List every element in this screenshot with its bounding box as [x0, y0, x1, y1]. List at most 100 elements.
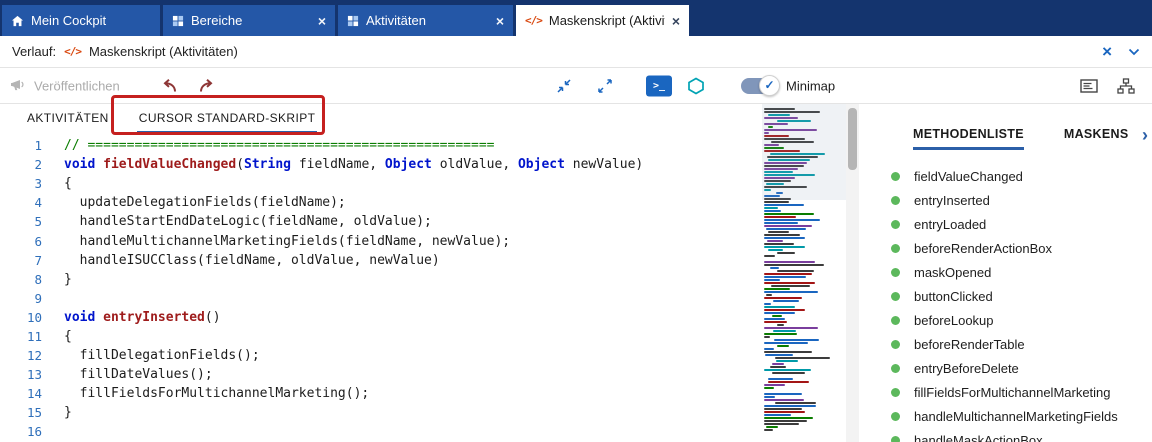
method-list-item[interactable]: beforeRenderTable	[859, 332, 1152, 356]
minimap-line	[764, 414, 791, 416]
method-dot-icon	[891, 292, 900, 301]
code-line[interactable]: 15}	[0, 403, 762, 422]
script-tab-bar: AKTIVITÄTEN CURSOR STANDARD-SKRIPT	[0, 104, 762, 134]
line-number: 7	[0, 253, 52, 268]
code-line[interactable]: 7 handleISUCClass(fieldName, oldValue, n…	[0, 251, 762, 270]
window-tab-label: Mein Cockpit	[31, 13, 151, 28]
minimap-line	[764, 306, 795, 308]
minimap-line	[764, 279, 780, 281]
window-tab-bereiche[interactable]: Bereiche×	[163, 5, 335, 36]
minimap-line	[777, 252, 795, 254]
method-name: entryBeforeDelete	[914, 361, 1019, 376]
minimap-line	[766, 228, 806, 230]
method-panel: METHODENLISTE MASKENS › fieldValueChanged…	[859, 104, 1152, 442]
close-icon[interactable]: ×	[1102, 43, 1112, 60]
snippet-icon[interactable]	[1080, 79, 1098, 93]
code-text: // =====================================…	[52, 138, 494, 153]
panel-tab-maskens[interactable]: MASKENS	[1064, 120, 1129, 150]
minimap-line	[764, 348, 774, 350]
console-button[interactable]: >_	[646, 75, 672, 96]
method-dot-icon	[891, 340, 900, 349]
method-list-item[interactable]: entryInserted	[859, 188, 1152, 212]
line-number: 11	[0, 329, 52, 344]
minimap-line	[764, 393, 802, 395]
minimap-line	[764, 201, 789, 203]
method-dot-icon	[891, 412, 900, 421]
minimap-line	[764, 264, 824, 266]
minimap-line	[772, 363, 784, 365]
chevron-down-icon[interactable]	[1128, 48, 1140, 56]
close-icon[interactable]: ×	[318, 14, 326, 28]
vertical-scrollbar[interactable]	[846, 104, 859, 442]
code-line[interactable]: 16	[0, 422, 762, 441]
minimap-line	[767, 240, 783, 242]
sitemap-icon[interactable]	[1117, 78, 1135, 94]
code-editor[interactable]: 1// ====================================…	[0, 134, 762, 442]
code-text: fillDateValues();	[52, 367, 213, 382]
minimap-line	[764, 309, 805, 311]
minimap[interactable]	[762, 104, 846, 442]
scrollbar-thumb[interactable]	[848, 108, 857, 170]
minimap-line	[768, 249, 783, 251]
window-tab-aktivit-ten[interactable]: Aktivitäten×	[338, 5, 513, 36]
publish-button[interactable]: Veröffentlichen	[10, 77, 120, 94]
minimap-line	[772, 372, 805, 374]
line-number: 1	[0, 138, 52, 153]
code-line[interactable]: 12 fillDelegationFields();	[0, 346, 762, 365]
script-tab-cursor-standard-skript[interactable]: CURSOR STANDARD-SKRIPT	[137, 104, 318, 134]
undo-icon[interactable]	[160, 78, 178, 93]
chevron-right-icon[interactable]: ›	[1138, 126, 1148, 144]
minimap-line	[764, 429, 773, 431]
code-line[interactable]: 8}	[0, 270, 762, 289]
method-list-item[interactable]: fieldValueChanged	[859, 164, 1152, 188]
minimap-line	[764, 225, 812, 227]
code-text: void entryInserted()	[52, 310, 221, 325]
close-icon[interactable]: ×	[672, 14, 680, 28]
close-icon[interactable]: ×	[496, 14, 504, 28]
panel-tab-bar: METHODENLISTE MASKENS ›	[859, 120, 1152, 150]
code-line[interactable]: 3{	[0, 174, 762, 193]
minimap-line	[764, 318, 785, 320]
code-line[interactable]: 5 handleStartEndDateLogic(fieldName, old…	[0, 212, 762, 231]
minimap-line	[764, 396, 775, 398]
history-bar: Verlauf: </> Maskenskript (Aktivitäten) …	[0, 36, 1152, 68]
home-icon	[11, 15, 24, 27]
method-dot-icon	[891, 436, 900, 442]
script-tab-aktivit-ten[interactable]: AKTIVITÄTEN	[25, 104, 111, 134]
method-list-item[interactable]: entryLoaded	[859, 212, 1152, 236]
panel-tab-methodenliste[interactable]: METHODENLISTE	[913, 120, 1024, 150]
hexagon-icon[interactable]	[687, 77, 705, 95]
code-line[interactable]: 13 fillDateValues();	[0, 365, 762, 384]
code-line[interactable]: 4 updateDelegationFields(fieldName);	[0, 193, 762, 212]
method-list: fieldValueChangedentryInsertedentryLoade…	[859, 150, 1152, 442]
code-line[interactable]: 1// ====================================…	[0, 136, 762, 155]
collapse-icon[interactable]	[556, 78, 572, 94]
minimap-line	[764, 273, 812, 275]
method-list-item[interactable]: entryBeforeDelete	[859, 356, 1152, 380]
minimap-line	[764, 234, 800, 236]
code-line[interactable]: 2void fieldValueChanged(String fieldName…	[0, 155, 762, 174]
code-line[interactable]: 9	[0, 289, 762, 308]
minimap-line	[764, 219, 820, 221]
history-item[interactable]: Maskenskript (Aktivitäten)	[89, 44, 238, 59]
method-list-item[interactable]: beforeRenderActionBox	[859, 236, 1152, 260]
method-list-item[interactable]: handleMaskActionBox	[859, 428, 1152, 442]
code-line[interactable]: 14 fillFieldsForMultichannelMarketing();	[0, 384, 762, 403]
expand-icon[interactable]	[597, 78, 613, 94]
code-line[interactable]: 6 handleMultichannelMarketingFields(fiel…	[0, 231, 762, 250]
method-list-item[interactable]: buttonClicked	[859, 284, 1152, 308]
minimap-line	[764, 246, 805, 248]
redo-icon[interactable]	[198, 78, 216, 93]
method-list-item[interactable]: beforeLookup	[859, 308, 1152, 332]
code-line[interactable]: 10void entryInserted()	[0, 308, 762, 327]
minimap-toggle[interactable]: ✓	[741, 78, 777, 94]
method-list-item[interactable]: maskOpened	[859, 260, 1152, 284]
minimap-line	[764, 288, 790, 290]
method-list-item[interactable]: fillFieldsForMultichannelMarketing	[859, 380, 1152, 404]
line-number: 12	[0, 348, 52, 363]
method-list-item[interactable]: handleMultichannelMarketingFields	[859, 404, 1152, 428]
window-tab-mein-cockpit[interactable]: Mein Cockpit	[2, 5, 160, 36]
window-tab-maskenskript-aktivit[interactable]: </>Maskenskript (Aktivit...×	[516, 5, 689, 36]
code-text: {	[52, 329, 72, 344]
code-line[interactable]: 11{	[0, 327, 762, 346]
